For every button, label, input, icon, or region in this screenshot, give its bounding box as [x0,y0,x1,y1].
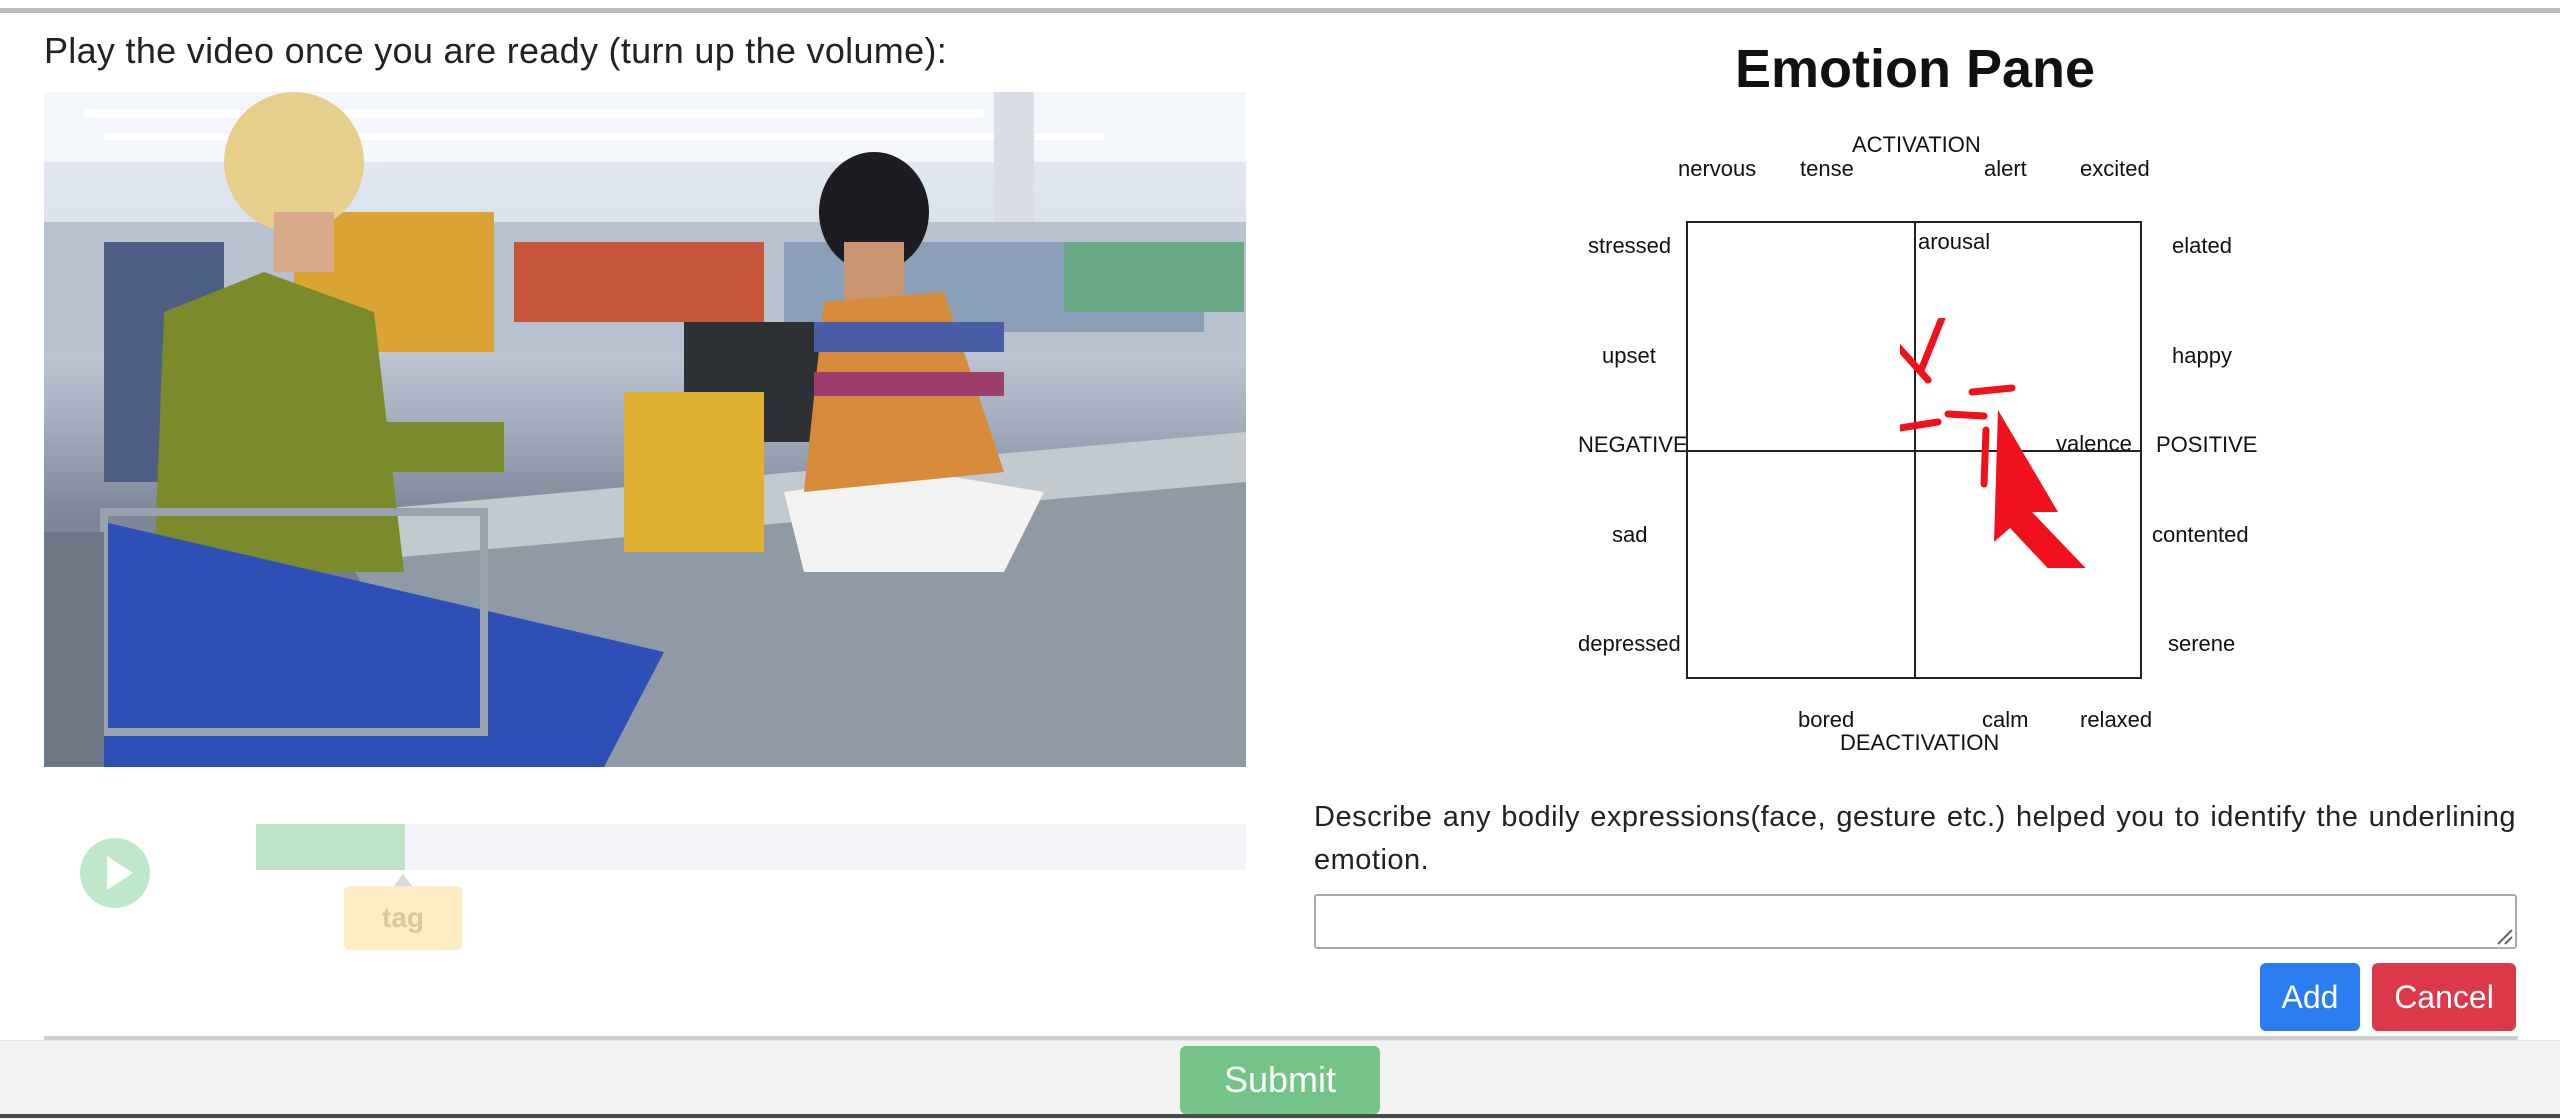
describe-prompt: Describe any bodily expressions(face, ge… [1314,801,2516,876]
tag-button[interactable]: tag [344,874,462,950]
tag-pointer-icon [394,874,412,886]
cancel-button[interactable]: Cancel [2372,963,2516,1031]
video-progress-bar[interactable] [256,824,1246,870]
emotion-label-tense: tense [1800,156,1854,181]
emotion-label-contented: contented [2152,522,2249,547]
emotion-label-relaxed: relaxed [2080,707,2153,732]
emotion-label-depressed: depressed [1578,631,1681,656]
describe-textarea[interactable] [1314,894,2517,949]
inner-label-arousal: arousal [1918,229,1991,254]
emotion-label-happy: happy [2172,343,2232,368]
axis-label-positive: POSITIVE [2156,432,2258,457]
tag-button-label: tag [382,902,424,933]
top-divider [0,8,2560,13]
axis-label-deactivation: DEACTIVATION [1840,730,2000,755]
emotion-label-calm: calm [1982,707,2029,732]
video-controls: tag [44,820,1246,960]
emotion-label-upset: upset [1602,343,1656,368]
emotion-label-stressed: stressed [1588,233,1672,258]
resize-grip-icon[interactable] [2496,928,2514,946]
emotion-label-elated: elated [2172,233,2232,258]
video-progress-fill [256,824,405,870]
axis-label-negative: NEGATIVE [1578,432,1688,457]
play-icon [107,856,133,890]
play-button[interactable] [80,838,150,908]
video-instruction: Play the video once you are ready (turn … [44,30,947,71]
video-frame-image [44,92,1246,767]
axis-label-activation: ACTIVATION [1852,132,1981,157]
click-cursor-icon [1900,318,2086,568]
submit-button[interactable]: Submit [1180,1046,1380,1114]
emotion-pane-title: Emotion Pane [1734,39,2096,99]
emotion-label-serene: serene [2168,631,2236,656]
emotion-label-alert: alert [1984,156,2027,181]
emotion-label-excited: excited [2080,156,2150,181]
emotion-label-nervous: nervous [1678,156,1757,181]
emotion-label-sad: sad [1612,522,1648,547]
emotion-label-bored: bored [1798,707,1855,732]
video-player[interactable] [44,92,1246,767]
bottom-edge [0,1114,2560,1118]
add-button[interactable]: Add [2260,963,2360,1031]
